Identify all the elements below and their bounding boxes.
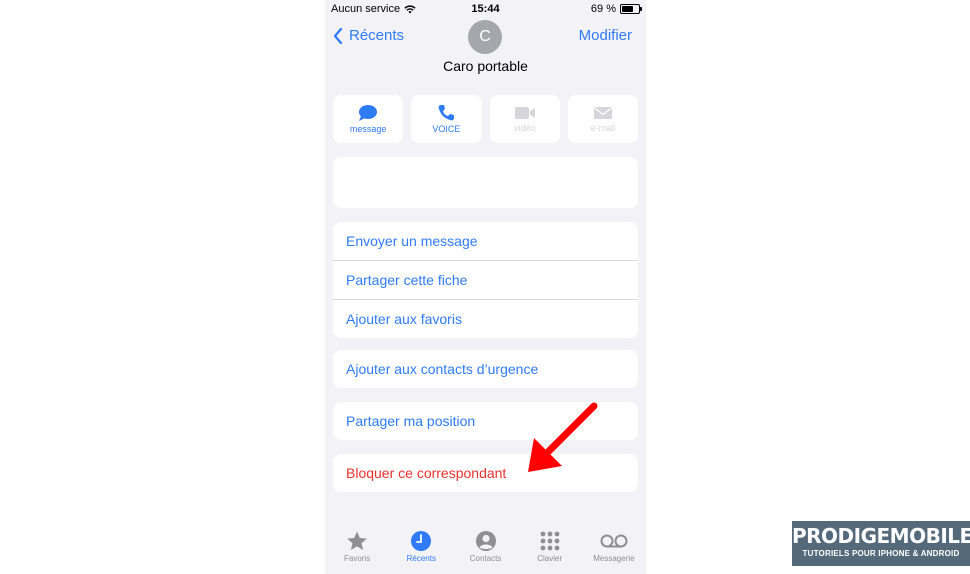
tab-favoris[interactable]: Favoris bbox=[325, 524, 389, 574]
phone-icon bbox=[438, 105, 455, 121]
contact-avatar: C bbox=[468, 20, 502, 54]
brand-tagline: TUTORIELS POUR IPHONE & ANDROID bbox=[802, 549, 960, 558]
emergency-group: Ajouter aux contacts d’urgence bbox=[333, 350, 638, 388]
share-contact-option[interactable]: Partager cette fiche bbox=[333, 260, 638, 299]
battery-status: 69 % bbox=[590, 3, 642, 15]
back-button[interactable]: Récents bbox=[333, 27, 404, 44]
back-label: Récents bbox=[349, 27, 405, 44]
video-call-label: vidéo bbox=[513, 123, 536, 133]
add-emergency-contact-option[interactable]: Ajouter aux contacts d’urgence bbox=[333, 350, 638, 388]
tab-bar: Favoris Récents Contacts Clavier Message… bbox=[325, 524, 646, 574]
battery-percent: 69 % bbox=[590, 3, 616, 15]
tab-messagerie-label: Messagerie bbox=[593, 554, 635, 563]
clock-icon bbox=[411, 531, 432, 551]
tab-recents[interactable]: Récents bbox=[389, 524, 453, 574]
edit-button[interactable]: Modifier bbox=[579, 27, 632, 44]
status-bar: Aucun service 15:44 69 % bbox=[325, 0, 646, 18]
tab-messagerie[interactable]: Messagerie bbox=[582, 524, 646, 574]
video-camera-icon bbox=[514, 107, 535, 119]
battery-icon bbox=[620, 4, 642, 14]
red-arrow-annotation bbox=[528, 402, 598, 472]
message-action-button[interactable]: message bbox=[333, 95, 404, 143]
video-call-button[interactable]: vidéo bbox=[489, 95, 560, 143]
prodigemobile-watermark: PRODIGEMOBILE TUTORIELS POUR IPHONE & AN… bbox=[792, 521, 970, 566]
quick-actions: message VOICE vidéo e-mail bbox=[333, 95, 638, 143]
tab-contacts[interactable]: Contacts bbox=[453, 524, 517, 574]
contact-options-group: Envoyer un message Partager cette fiche … bbox=[333, 222, 638, 338]
contact-info-card bbox=[333, 157, 638, 208]
email-button[interactable]: e-mail bbox=[567, 95, 638, 143]
tab-contacts-label: Contacts bbox=[469, 554, 502, 563]
voice-call-label: VOICE bbox=[432, 124, 461, 134]
tab-recents-label: Récents bbox=[406, 554, 436, 563]
voice-call-button[interactable]: VOICE bbox=[411, 95, 482, 143]
keypad-icon bbox=[540, 531, 560, 551]
email-label: e-mail bbox=[590, 123, 616, 133]
message-action-label: message bbox=[349, 124, 387, 134]
brand-logo-text: PRODIGEMOBILE bbox=[792, 524, 970, 548]
phone-screen: Aucun service 15:44 69 % Récents C Modif… bbox=[325, 0, 646, 574]
envelope-icon bbox=[593, 107, 612, 119]
chevron-left-icon bbox=[333, 27, 343, 44]
contact-name: Caro portable bbox=[443, 58, 528, 74]
tab-favoris-label: Favoris bbox=[343, 554, 371, 563]
voicemail-icon bbox=[600, 534, 628, 548]
navigation-header: Récents C Modifier Caro portable bbox=[325, 18, 646, 80]
person-icon bbox=[475, 531, 496, 551]
tab-clavier[interactable]: Clavier bbox=[518, 524, 582, 574]
star-icon bbox=[347, 531, 367, 550]
tab-clavier-label: Clavier bbox=[537, 554, 563, 563]
send-message-option[interactable]: Envoyer un message bbox=[333, 222, 638, 260]
add-to-favorites-option[interactable]: Ajouter aux favoris bbox=[333, 299, 638, 338]
message-bubble-icon bbox=[359, 105, 378, 121]
